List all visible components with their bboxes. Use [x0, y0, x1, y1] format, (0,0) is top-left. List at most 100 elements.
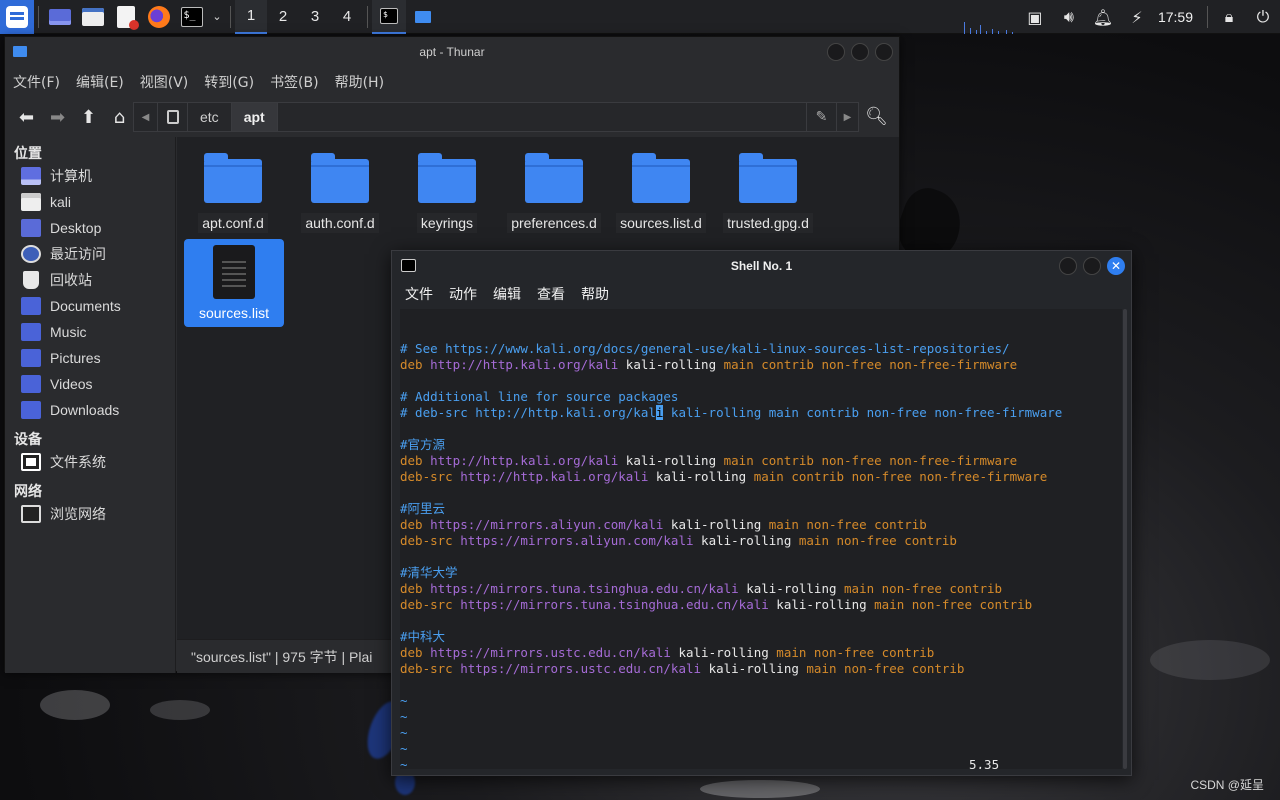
file-item[interactable]: sources.list.d	[611, 145, 711, 237]
path-crumb-apt[interactable]: apt	[231, 103, 278, 131]
pencil-icon[interactable]: ✎	[806, 103, 836, 131]
menu-edit[interactable]: 编辑	[493, 284, 521, 304]
sidebar-item-computer[interactable]: 计算机	[5, 163, 175, 189]
terminal-line: deb http://http.kali.org/kali kali-rolli…	[400, 357, 1122, 373]
maximize-button[interactable]	[851, 43, 869, 61]
power-manager-icon[interactable]: ⚡	[1120, 0, 1154, 34]
sidebar-item-label: 回收站	[50, 272, 92, 288]
terminal-text: http://http.kali.org/kali	[430, 357, 619, 372]
text-editor-launcher[interactable]	[109, 0, 142, 34]
file-name: sources.list.d	[616, 213, 706, 233]
firefox-launcher[interactable]	[142, 0, 175, 34]
path-crumb-etc[interactable]: etc	[188, 103, 232, 131]
file-manager-launcher[interactable]	[76, 0, 109, 34]
terminal-text: # Additional line for source packages	[400, 389, 679, 404]
file-item[interactable]: apt.conf.d	[183, 145, 283, 237]
file-item[interactable]: auth.conf.d	[290, 145, 390, 237]
taskbar-thunar[interactable]	[406, 0, 440, 34]
path-root-button[interactable]	[158, 103, 188, 131]
taskbar-terminal[interactable]: $	[372, 0, 406, 34]
menu-go[interactable]: 转到(G)	[204, 72, 254, 92]
panel-separator	[230, 5, 231, 28]
search-icon[interactable]: 🔍︎	[865, 106, 888, 127]
menu-bookmarks[interactable]: 书签(B)	[270, 72, 319, 92]
workspace-4[interactable]: 4	[331, 0, 363, 34]
volume-icon[interactable]: 🔊︎	[1052, 0, 1086, 34]
sidebar-item-pictures[interactable]: Pictures	[5, 345, 175, 371]
sidebar-item-home[interactable]: kali	[5, 189, 175, 215]
lock-icon[interactable]: 🔒︎	[1212, 0, 1246, 34]
minimize-button[interactable]	[827, 43, 845, 61]
file-name: preferences.d	[507, 213, 601, 233]
file-item[interactable]: keyrings	[397, 145, 497, 237]
sidebar-item-label: 文件系统	[50, 454, 106, 470]
sidebar-item-desktop[interactable]: Desktop	[5, 215, 175, 241]
file-item[interactable]: trusted.gpg.d	[718, 145, 818, 237]
path-scroll-right-icon[interactable]: ▶	[836, 103, 858, 131]
thunar-sidebar: 位置 计算机 kali Desktop 最近访问 回收站 Documents M…	[5, 137, 176, 673]
menu-help[interactable]: 帮助	[581, 284, 609, 304]
terminal-text: main non-free contrib	[768, 517, 927, 532]
terminal-text: deb-src	[400, 661, 461, 676]
home-icon[interactable]: ⌂	[104, 102, 135, 132]
workspace-3[interactable]: 3	[299, 0, 331, 34]
workspace-1[interactable]: 1	[235, 0, 267, 34]
menu-view[interactable]: 视图(V)	[140, 72, 189, 92]
forward-arrow-icon[interactable]: ➡︎	[42, 102, 73, 132]
text-editor-icon	[116, 5, 139, 30]
terminal-text: main non-free contrib	[776, 645, 935, 660]
terminal-text: #官方源	[400, 437, 446, 452]
terminal-launcher[interactable]: $_	[175, 0, 208, 34]
file-name: apt.conf.d	[198, 213, 268, 233]
vim-status-line: 5,35 全部	[400, 741, 1122, 769]
watermark: CSDN @延呈	[1190, 778, 1264, 792]
desktop-launcher[interactable]	[43, 0, 76, 34]
sidebar-item-downloads[interactable]: Downloads	[5, 397, 175, 423]
minimize-button[interactable]	[1059, 257, 1077, 275]
file-item[interactable]: preferences.d	[504, 145, 604, 237]
menu-file[interactable]: 文件(F)	[13, 72, 60, 92]
terminal-text: ~	[400, 693, 408, 708]
sidebar-item-recent[interactable]: 最近访问	[5, 241, 175, 267]
terminal-text: kali-rolling	[618, 453, 724, 468]
sidebar-item-documents[interactable]: Documents	[5, 293, 175, 319]
back-arrow-icon[interactable]: ⬅︎	[11, 102, 42, 132]
file-item-selected[interactable]: sources.list	[184, 239, 284, 327]
terminal-scrollbar[interactable]	[1123, 309, 1127, 769]
menu-help[interactable]: 帮助(H)	[335, 72, 384, 92]
terminal-text: deb	[400, 357, 431, 372]
menu-edit[interactable]: 编辑(E)	[76, 72, 124, 92]
path-scroll-left-icon[interactable]: ◀	[134, 103, 158, 131]
terminal-icon: $	[380, 7, 398, 24]
menu-actions[interactable]: 动作	[449, 284, 477, 304]
menu-view[interactable]: 查看	[537, 284, 565, 304]
kali-menu-icon[interactable]	[0, 0, 34, 34]
terminal-line: ~	[400, 725, 1122, 741]
thunar-titlebar[interactable]: apt - Thunar	[5, 37, 899, 67]
sidebar-item-filesystem[interactable]: 文件系统	[5, 449, 175, 475]
terminal-output[interactable]: # See https://www.kali.org/docs/general-…	[400, 309, 1122, 769]
sidebar-item-browse-network[interactable]: 浏览网络	[5, 501, 175, 527]
close-button[interactable]	[875, 43, 893, 61]
screen-icon[interactable]: ▣	[1018, 0, 1052, 34]
maximize-button[interactable]	[1083, 257, 1101, 275]
terminal-text: https://mirrors.aliyun.com/kali	[430, 517, 664, 532]
logout-icon[interactable]: ⏻	[1246, 0, 1280, 34]
up-arrow-icon[interactable]: ⬆︎	[73, 102, 104, 132]
terminal-text: kali-rolling	[768, 597, 875, 612]
sidebar-item-videos[interactable]: Videos	[5, 371, 175, 397]
terminal-text: deb	[400, 517, 431, 532]
sidebar-item-label: kali	[50, 194, 72, 210]
sidebar-item-music[interactable]: Music	[5, 319, 175, 345]
notification-bell-icon[interactable]: 🔔︎	[1086, 0, 1120, 34]
clock[interactable]: 17:59	[1154, 9, 1203, 25]
chevron-down-icon[interactable]: ⌄	[208, 0, 226, 34]
terminal-line: #阿里云	[400, 501, 1122, 517]
terminal-titlebar[interactable]: Shell No. 1 ✕	[392, 251, 1131, 281]
filesystem-icon	[21, 453, 41, 471]
close-button[interactable]: ✕	[1107, 257, 1125, 275]
workspace-2[interactable]: 2	[267, 0, 299, 34]
menu-file[interactable]: 文件	[405, 284, 433, 304]
sidebar-item-trash[interactable]: 回收站	[5, 267, 175, 293]
